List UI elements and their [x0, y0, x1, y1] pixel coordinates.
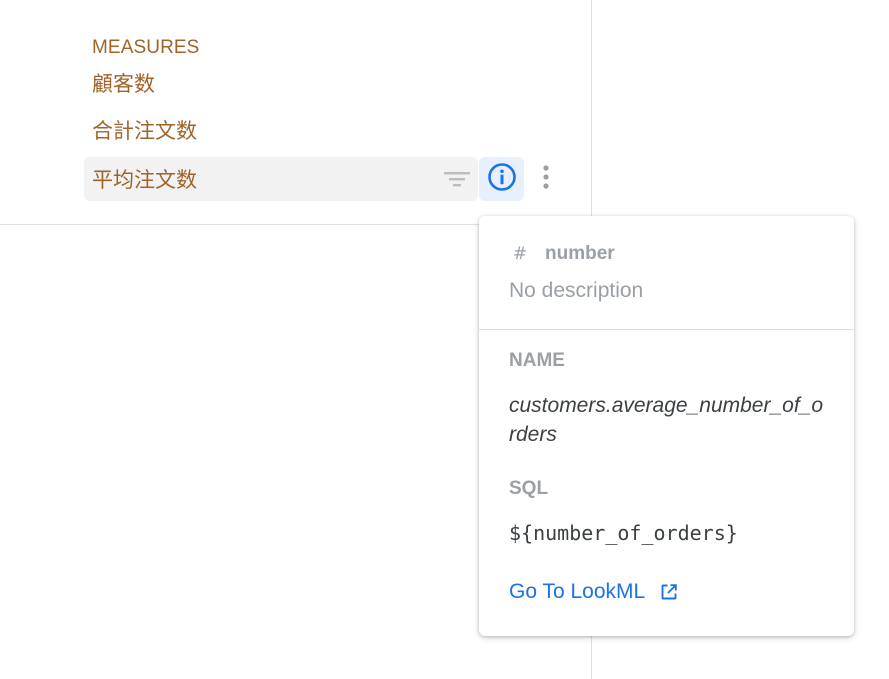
info-button[interactable]: [479, 157, 524, 201]
info-icon: [487, 162, 517, 197]
filter-icon[interactable]: [441, 166, 473, 192]
hash-icon: #: [512, 244, 528, 264]
more-vert-icon: [542, 164, 550, 195]
sql-value: ${number_of_orders}: [509, 521, 738, 545]
measure-field-average-orders[interactable]: 平均注文数: [84, 157, 478, 201]
name-label: NAME: [509, 350, 565, 371]
measure-field-label: 顧客数: [92, 72, 155, 96]
field-type-row: # number: [509, 243, 615, 265]
measure-field-label: 平均注文数: [92, 168, 197, 192]
go-to-lookml-link[interactable]: Go To LookML: [509, 580, 679, 604]
go-to-lookml-label: Go To LookML: [509, 580, 646, 603]
measure-field-label: 合計注文数: [92, 119, 197, 143]
popover-divider: [479, 329, 854, 330]
field-picker-page: MEASURES 顧客数 合計注文数 平均注文数 # number No des…: [0, 0, 889, 679]
sql-label: SQL: [509, 478, 549, 499]
more-options-button[interactable]: [534, 163, 558, 195]
measure-field-customer-count[interactable]: 顧客数: [84, 61, 478, 105]
name-value: customers.average_number_of_orders: [509, 394, 824, 446]
measure-field-total-orders[interactable]: 合計注文数: [84, 108, 478, 152]
measures-section-label: MEASURES: [92, 37, 200, 58]
field-type: number: [545, 243, 615, 264]
field-description: No description: [509, 279, 644, 302]
field-info-popover: # number No description NAME customers.a…: [479, 216, 854, 636]
external-link-icon: [659, 582, 679, 602]
